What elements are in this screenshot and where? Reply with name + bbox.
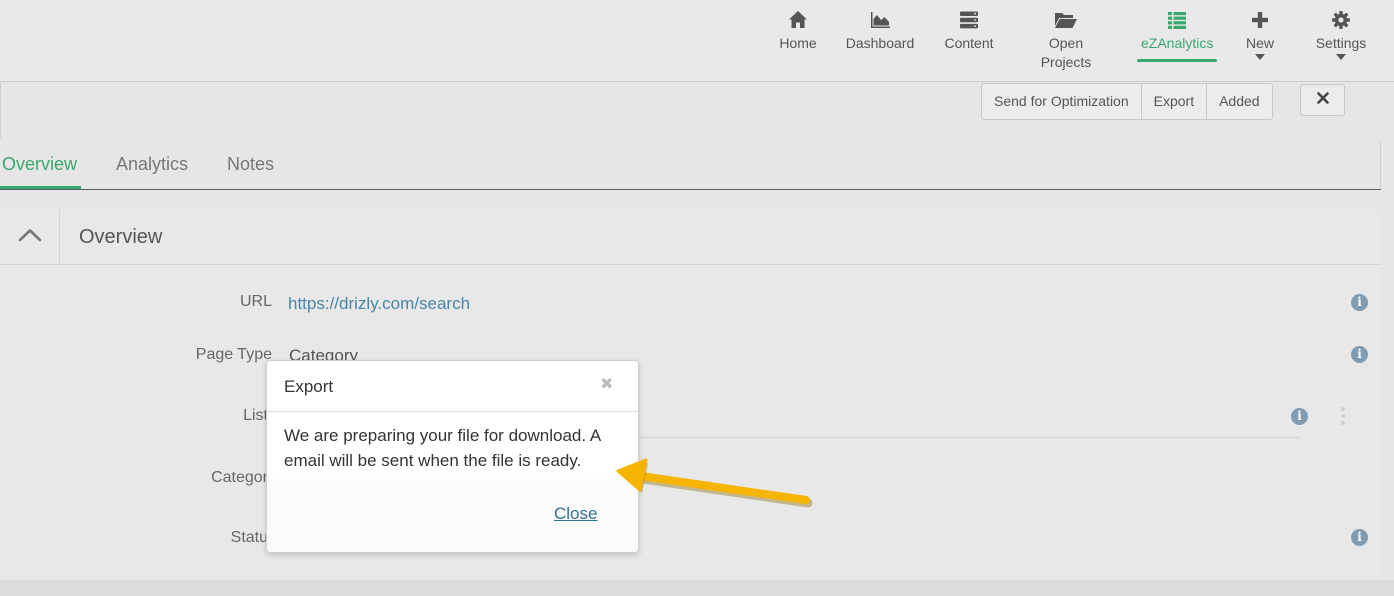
overview-panel: Overview: [0, 209, 1381, 580]
server-icon: [944, 10, 994, 32]
nav-item-label: Content: [944, 35, 994, 51]
close-page-button[interactable]: [1300, 84, 1345, 116]
panel-header: Overview: [0, 209, 1381, 265]
nav-item-home[interactable]: Home: [779, 10, 817, 53]
nav-item-content[interactable]: Content: [944, 10, 994, 53]
chevron-down-icon: [1336, 54, 1346, 60]
info-icon[interactable]: i: [1351, 346, 1368, 363]
nav-item-label-line2: Projects: [1040, 54, 1092, 70]
close-icon: [1316, 91, 1329, 109]
nav-item-label: New: [1245, 35, 1274, 51]
export-button[interactable]: Export: [1142, 84, 1208, 119]
tab-overview[interactable]: Overview: [2, 154, 77, 175]
area-chart-icon: [845, 10, 915, 32]
nav-item-label: eZAnalytics: [1141, 35, 1214, 51]
info-icon[interactable]: i: [1291, 408, 1308, 425]
collapse-button[interactable]: [0, 209, 60, 265]
divider: [1380, 140, 1381, 188]
tab-analytics[interactable]: Analytics: [116, 154, 188, 175]
nav-item-label: Dashboard: [845, 35, 915, 51]
active-tab-underline: [0, 186, 81, 189]
tab-bar: Overview Analytics Notes: [0, 140, 1381, 190]
divider: [0, 83, 1, 138]
field-label-status: Statu: [230, 529, 268, 546]
nav-item-label-line1: Open: [1048, 35, 1084, 51]
toolbar-button-group: Send for Optimization Export Added: [981, 83, 1273, 120]
panel-title: Overview: [79, 226, 163, 248]
page-footer-strip: [0, 580, 1394, 596]
nav-item-label: Home: [779, 35, 817, 51]
active-nav-underline: [1137, 59, 1217, 62]
folder-open-icon: [1036, 10, 1096, 32]
send-for-optimization-button[interactable]: Send for Optimization: [982, 84, 1142, 119]
nav-item-new[interactable]: New: [1244, 10, 1276, 60]
nav-item-ezanalytics[interactable]: eZAnalytics: [1137, 10, 1217, 62]
added-button[interactable]: Added: [1207, 84, 1271, 119]
modal-close-link[interactable]: Close: [554, 504, 597, 524]
nav-item-label: Settings: [1315, 35, 1367, 51]
url-link[interactable]: https://drizly.com/search: [288, 294, 470, 313]
home-icon: [779, 10, 817, 32]
info-icon[interactable]: i: [1351, 294, 1368, 311]
nav-item-open-projects[interactable]: Open Projects: [1036, 10, 1096, 72]
modal-header: Export ✖: [267, 361, 638, 412]
nav-item-settings[interactable]: Settings: [1313, 10, 1369, 60]
modal-title: Export: [284, 377, 334, 396]
more-options-icon[interactable]: [1340, 407, 1346, 429]
list-icon: [1141, 10, 1213, 32]
field-label-url: URL: [239, 293, 272, 310]
top-navigation-bar: Home Dashboard Content Open Projects eZA…: [0, 0, 1394, 82]
chevron-up-icon: [18, 228, 42, 247]
tab-notes[interactable]: Notes: [227, 154, 274, 175]
nav-item-dashboard[interactable]: Dashboard: [845, 10, 915, 53]
gear-icon: [1313, 10, 1369, 32]
field-label-list: List: [243, 407, 268, 424]
export-modal: Export ✖ We are preparing your file for …: [266, 360, 639, 553]
info-icon[interactable]: i: [1351, 529, 1368, 546]
field-value-url: https://drizly.com/search: [288, 294, 470, 314]
modal-close-icon[interactable]: ✖: [600, 377, 613, 393]
field-label-category: Categor: [211, 469, 268, 486]
list-input-underline: [640, 437, 1300, 438]
field-label-page-type: Page Type: [195, 346, 272, 363]
plus-icon: [1244, 10, 1276, 32]
modal-message: We are preparing your file for download.…: [267, 413, 638, 479]
chevron-down-icon: [1255, 54, 1265, 60]
